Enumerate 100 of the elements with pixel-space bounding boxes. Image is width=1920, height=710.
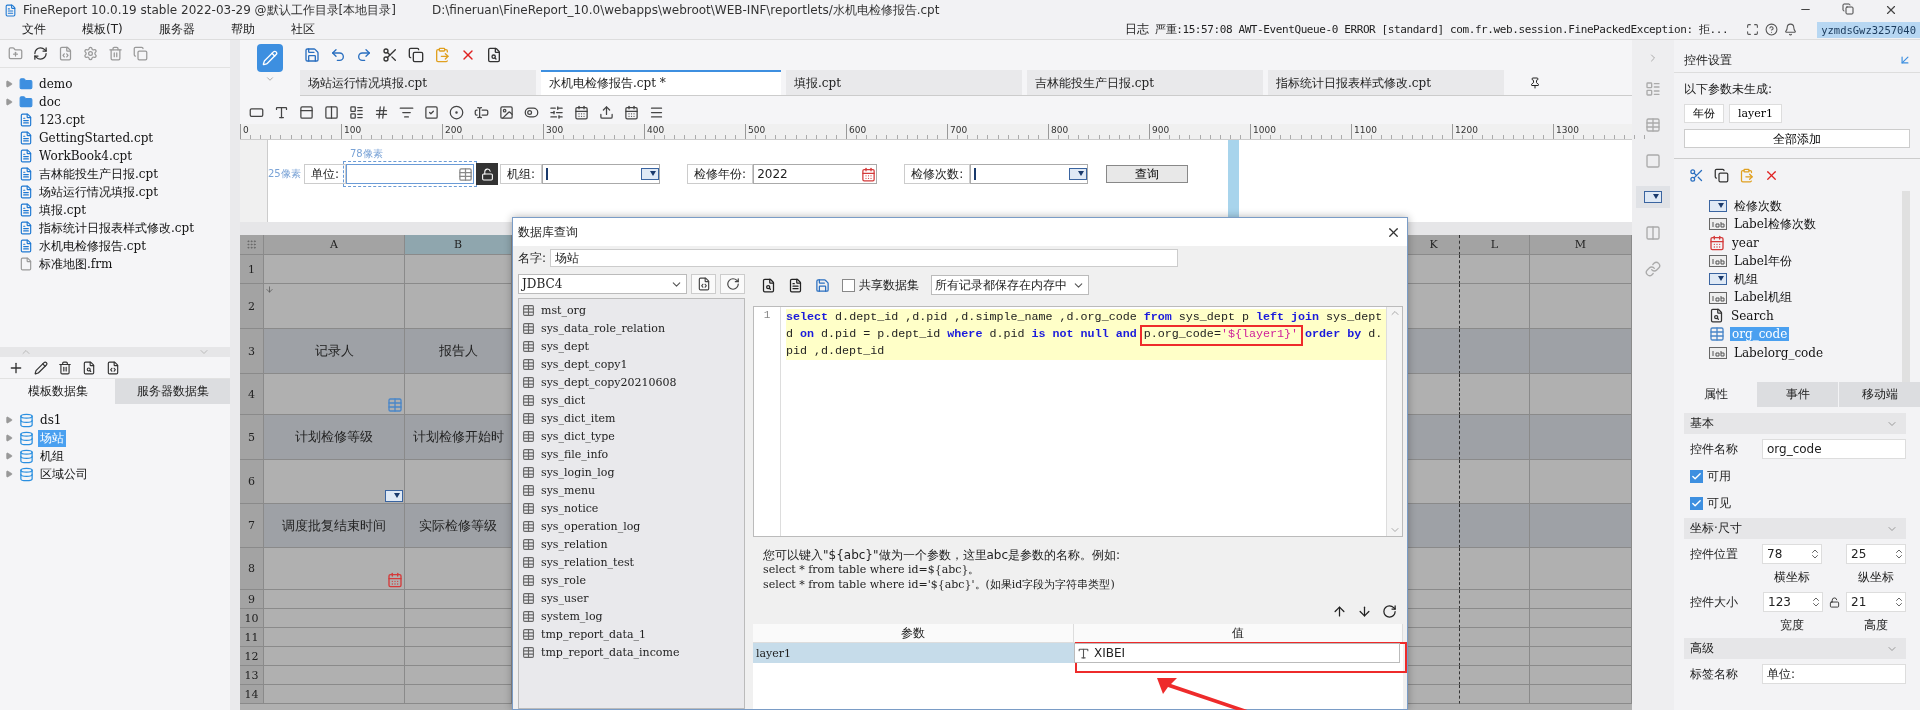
sheet-cell[interactable] — [1460, 685, 1530, 704]
user-name[interactable]: yzmdsGwz3257040 — [1817, 21, 1920, 38]
square-icon[interactable] — [1645, 153, 1661, 169]
widget-tree-item[interactable]: Label机组 — [1732, 289, 1794, 307]
side-tool-button[interactable] — [1636, 186, 1670, 208]
sheet-cell[interactable] — [1460, 329, 1530, 374]
sheet-cell[interactable] — [1530, 415, 1632, 460]
cut-icon[interactable] — [382, 47, 398, 63]
column-header[interactable]: L — [1460, 235, 1530, 255]
widget-tree-item[interactable]: year — [1730, 235, 1761, 250]
settings-tab[interactable]: 移动端 — [1838, 382, 1920, 407]
sheet-cell[interactable] — [264, 590, 405, 609]
widget-tool-icon[interactable] — [599, 104, 614, 120]
section-header[interactable]: 坐标·尺寸 — [1684, 518, 1906, 539]
connection-dropdown[interactable]: JDBC4 — [518, 274, 687, 294]
file-icon[interactable] — [58, 46, 73, 61]
copy-icon[interactable] — [1714, 167, 1729, 183]
table-item[interactable]: sys_role — [541, 573, 586, 587]
sheet-cell[interactable] — [405, 647, 512, 666]
sheet-cell[interactable] — [264, 647, 405, 666]
sheet-cell[interactable] — [1530, 666, 1632, 685]
dropdown-field[interactable] — [970, 164, 1089, 184]
sheet-cell[interactable] — [1408, 460, 1460, 504]
frame-icon[interactable] — [1746, 23, 1760, 36]
sheet-cell[interactable] — [264, 685, 405, 704]
section-header[interactable]: 高级 — [1684, 638, 1906, 659]
sheet-cell[interactable] — [405, 255, 512, 284]
label-name-field[interactable]: 单位: — [1762, 664, 1906, 684]
sheet-cell[interactable] — [1460, 374, 1530, 415]
parameter-value-field[interactable]: XIBEI — [1074, 643, 1400, 663]
file-tree-item[interactable]: doc — [0, 93, 230, 111]
file-tree-item[interactable]: 123.cpt — [0, 111, 230, 129]
list-icon[interactable] — [1645, 81, 1661, 97]
template-tab[interactable]: 指标统计日报表样式修改.cpt — [1268, 70, 1504, 95]
sheet-cell[interactable]: 记录人 — [264, 329, 405, 374]
table-item[interactable]: sys_operation_log — [541, 519, 641, 533]
sheet-cell[interactable] — [405, 374, 512, 415]
design-mode-button[interactable] — [257, 44, 283, 72]
sheet-cell[interactable] — [1530, 504, 1632, 548]
grip-icon[interactable] — [246, 239, 257, 250]
text-field[interactable] — [346, 164, 475, 184]
file-tree-item[interactable]: 指标统计日报表样式修改.cpt — [0, 219, 230, 237]
move-up-icon[interactable] — [1332, 603, 1347, 619]
sheet-cell[interactable] — [1460, 460, 1530, 504]
table-item[interactable]: sys_notice — [541, 501, 599, 515]
table-item[interactable]: sys_relation_test — [541, 555, 634, 569]
restore-icon[interactable] — [1842, 3, 1854, 15]
menu-item[interactable]: 帮助 — [208, 21, 269, 38]
dataset-item[interactable]: 区域公司 — [38, 465, 90, 483]
column-header[interactable]: A — [264, 235, 405, 255]
sheet-cell[interactable] — [405, 666, 512, 685]
parameter-chip[interactable]: 年份 — [1684, 104, 1724, 123]
template-tab[interactable]: 水机电检修报告.cpt * — [541, 70, 781, 95]
file-edit-icon[interactable] — [696, 277, 711, 291]
expand-icon[interactable] — [5, 80, 13, 88]
edit-icon[interactable] — [34, 360, 48, 375]
sheet-cell[interactable] — [1408, 374, 1460, 415]
scrollbar[interactable] — [1386, 307, 1402, 536]
sheet-cell[interactable] — [1408, 666, 1460, 685]
bell-icon[interactable] — [1784, 23, 1798, 36]
sheet-cell[interactable] — [1460, 666, 1530, 685]
row-header[interactable]: 12 — [240, 647, 264, 666]
column-header[interactable]: B — [405, 235, 512, 255]
sheet-cell[interactable] — [1408, 609, 1460, 628]
row-header[interactable]: 1 — [240, 255, 264, 284]
refresh-icon[interactable] — [725, 277, 740, 291]
settings-tab[interactable]: 事件 — [1756, 382, 1838, 407]
table-item[interactable]: sys_data_role_relation — [541, 321, 665, 335]
file-tree-item[interactable]: 吉林能投生产日报.cpt — [0, 165, 230, 183]
widget-tool-icon[interactable] — [524, 104, 539, 120]
widget-tool-icon[interactable] — [324, 104, 339, 120]
refresh-button[interactable] — [720, 274, 745, 294]
file-tree-item[interactable]: WorkBook4.cpt — [0, 147, 230, 165]
copy-icon[interactable] — [408, 47, 424, 63]
sheet-cell[interactable] — [1530, 460, 1632, 504]
row-header[interactable]: 11 — [240, 628, 264, 647]
sql-code[interactable]: select d.dept_id ,d.pid ,d.simple_name ,d.org_code from sys_dept p left join sys_dept d on d.pid = p.dept_id where d.pid is not null and p.org_code='${layer1}' order by d.pid ,d.dept_id — [786, 309, 1386, 360]
sheet-cell[interactable] — [405, 628, 512, 647]
redo-icon[interactable] — [356, 47, 372, 63]
table-icon[interactable] — [1645, 117, 1661, 133]
template-tab[interactable]: 场站运行情况填报.cpt — [300, 70, 536, 95]
sheet-cell[interactable] — [1530, 284, 1632, 329]
sheet-cell[interactable] — [1460, 590, 1530, 609]
table-item[interactable]: sys_dict_item — [541, 411, 616, 425]
undo-icon[interactable] — [330, 47, 346, 63]
table-item[interactable]: system_log — [541, 609, 603, 623]
file-edit-icon[interactable] — [106, 360, 120, 375]
row-header[interactable]: 13 — [240, 666, 264, 685]
columns-icon[interactable] — [1645, 225, 1661, 241]
preview-icon[interactable] — [761, 277, 776, 293]
number-spinner[interactable]: 25 — [1846, 544, 1906, 564]
sheet-cell[interactable] — [405, 685, 512, 704]
edit-connection-button[interactable] — [691, 274, 716, 294]
log-label[interactable]: 日志 — [1125, 21, 1149, 38]
table-item[interactable]: sys_dept_copy20210608 — [541, 375, 677, 389]
paste-icon[interactable] — [1739, 167, 1754, 183]
sheet-cell[interactable] — [405, 548, 512, 590]
delete-icon[interactable] — [58, 360, 72, 375]
sheet-cell[interactable]: 实际检修等级 — [405, 504, 512, 548]
section-header[interactable]: 基本 — [1684, 413, 1906, 434]
